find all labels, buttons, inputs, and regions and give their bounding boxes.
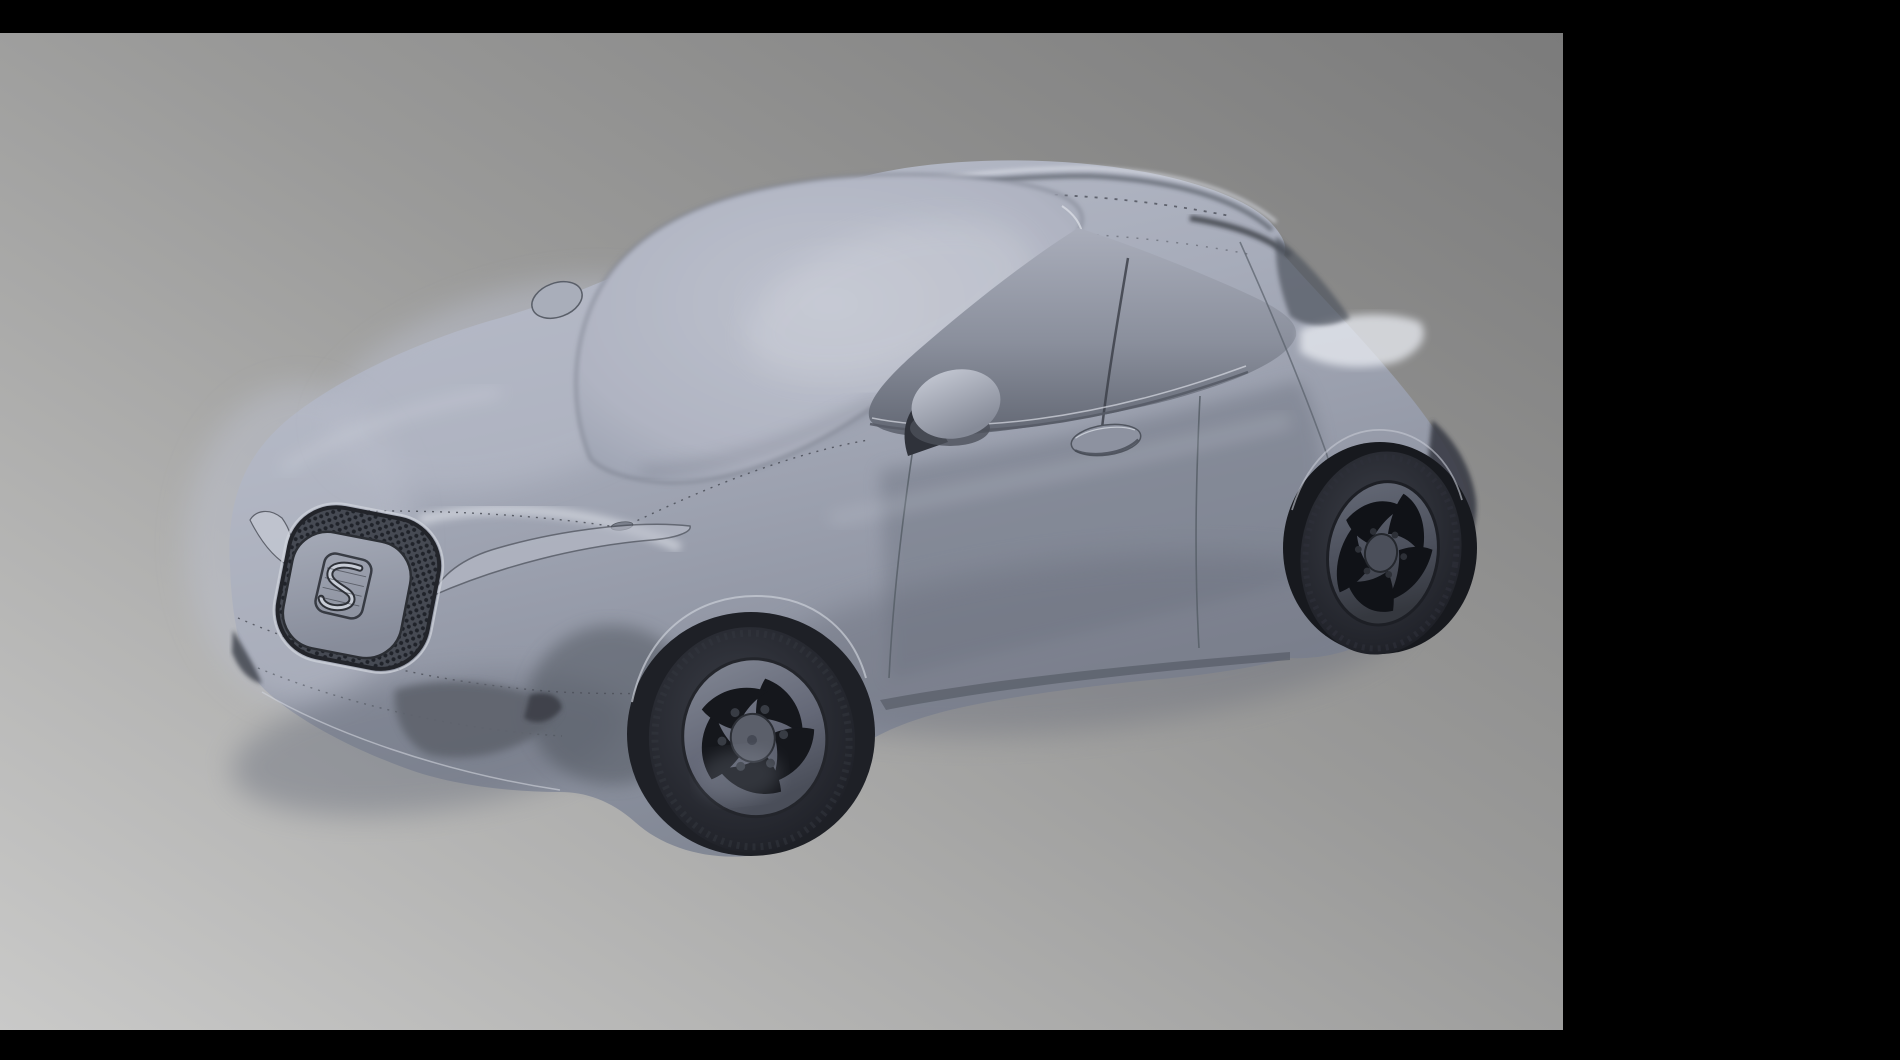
letterbox-right [1563,0,1900,1060]
screenshot-root [0,0,1900,1060]
render-canvas [0,0,1900,1060]
letterbox-bottom [0,1030,1900,1060]
